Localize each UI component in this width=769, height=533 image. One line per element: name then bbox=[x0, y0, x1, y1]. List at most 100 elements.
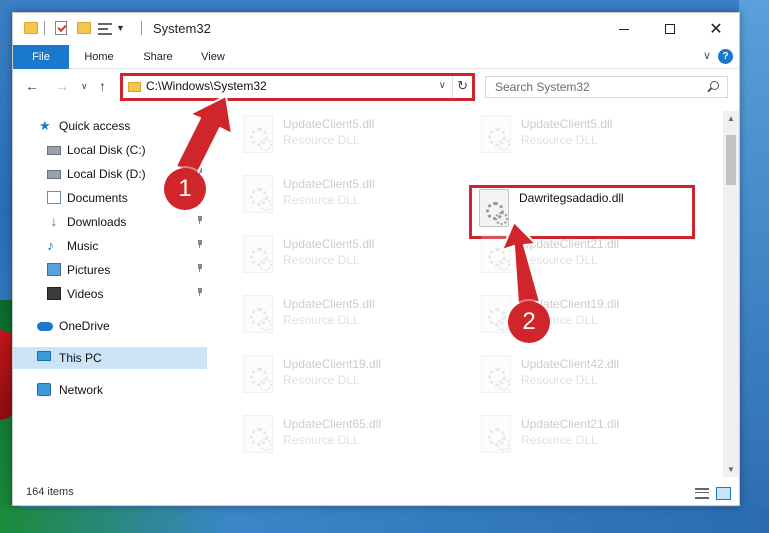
file-type: Resource DLL bbox=[521, 373, 598, 387]
search-input[interactable] bbox=[486, 77, 696, 97]
folder-icon bbox=[128, 82, 141, 92]
dll-file-icon bbox=[243, 175, 273, 213]
quick-access-dropdown-icon[interactable]: ▼ bbox=[116, 23, 125, 33]
sidebar-item-label: Local Disk (D:) bbox=[67, 167, 146, 181]
music-icon: ♪ bbox=[47, 237, 54, 253]
sidebar-item-label: Local Disk (C:) bbox=[67, 143, 146, 157]
item-count: 164 items bbox=[26, 486, 74, 498]
file-item[interactable]: UpdateClient21.dll Resource DLL bbox=[471, 231, 697, 285]
file-name: UpdateClient5.dll bbox=[521, 117, 613, 131]
file-item[interactable]: UpdateClient5.dll Resource DLL bbox=[233, 231, 459, 285]
file-item[interactable]: UpdateClient19.dll Resource DLL bbox=[471, 291, 697, 345]
sidebar-item-network[interactable]: Network bbox=[13, 379, 207, 401]
file-item[interactable]: UpdateClient42.dll Resource DLL bbox=[471, 351, 697, 405]
dll-file-icon bbox=[243, 355, 273, 393]
sidebar-item-label: Documents bbox=[67, 191, 128, 205]
file-name: UpdateClient21.dll bbox=[521, 417, 620, 431]
sidebar-item-this-pc[interactable]: This PC bbox=[13, 347, 207, 369]
disk-icon bbox=[47, 170, 61, 179]
vertical-scrollbar[interactable]: ▲ ▼ bbox=[723, 111, 739, 477]
scroll-thumb[interactable] bbox=[726, 135, 736, 185]
file-name: UpdateClient42.dll bbox=[521, 357, 620, 371]
tab-view[interactable]: View bbox=[193, 45, 233, 69]
sidebar-item-quick-access[interactable]: ★ Quick access bbox=[13, 115, 207, 137]
tab-home[interactable]: Home bbox=[75, 45, 123, 69]
pin-icon bbox=[197, 288, 203, 296]
address-bar[interactable]: C:\Windows\System32 ∨ ↻ bbox=[120, 73, 475, 101]
file-type: Resource DLL bbox=[521, 253, 598, 267]
large-icons-view-icon[interactable] bbox=[716, 487, 731, 500]
network-icon bbox=[37, 383, 51, 396]
address-separator bbox=[452, 76, 453, 98]
dll-file-icon bbox=[481, 415, 511, 453]
navigation-bar: ← → ∨ ↑ C:\Windows\System32 ∨ ↻ bbox=[13, 70, 739, 104]
step-2-badge: 2 bbox=[508, 301, 550, 343]
customize-view-icon[interactable] bbox=[98, 23, 112, 35]
sidebar-item-label: Downloads bbox=[67, 215, 127, 229]
tab-share[interactable]: Share bbox=[135, 45, 181, 69]
folder-icon[interactable] bbox=[24, 22, 38, 34]
toolbar-separator bbox=[44, 21, 45, 35]
pin-icon bbox=[197, 240, 203, 248]
dll-file-icon bbox=[243, 415, 273, 453]
minimize-icon bbox=[619, 28, 629, 30]
sidebar-item-music[interactable]: ♪ Music bbox=[13, 235, 207, 257]
sidebar-item-local-disk-c[interactable]: Local Disk (C:) bbox=[13, 139, 207, 161]
maximize-icon bbox=[665, 24, 675, 34]
desktop-background-bottom bbox=[0, 507, 769, 533]
file-item[interactable]: UpdateClient5.dll Resource DLL bbox=[233, 291, 459, 345]
maximize-button[interactable] bbox=[647, 13, 693, 45]
file-item[interactable]: UpdateClient65.dll Resource DLL bbox=[233, 411, 459, 465]
status-bar: 164 items bbox=[13, 483, 739, 505]
window-title: System32 bbox=[153, 21, 211, 36]
star-icon: ★ bbox=[39, 118, 51, 133]
desktop-background-blue bbox=[739, 0, 769, 533]
file-type: Resource DLL bbox=[283, 373, 360, 387]
toolbar-separator bbox=[141, 21, 142, 35]
scroll-down-icon[interactable]: ▼ bbox=[727, 465, 735, 474]
new-folder-icon[interactable] bbox=[77, 22, 91, 34]
file-type: Resource DLL bbox=[283, 193, 360, 207]
up-arrow-icon[interactable]: ↑ bbox=[99, 78, 106, 94]
dll-file-icon bbox=[243, 235, 273, 273]
recent-locations-icon[interactable]: ∨ bbox=[81, 81, 88, 92]
navigation-pane: ★ Quick access Local Disk (C:) Local Dis… bbox=[13, 111, 209, 477]
expand-ribbon-icon[interactable]: ∨ bbox=[703, 49, 711, 62]
ribbon: File Home Share View ∨ ? bbox=[13, 45, 739, 69]
pin-icon bbox=[197, 264, 203, 272]
properties-icon[interactable] bbox=[55, 21, 67, 35]
sidebar-item-pictures[interactable]: Pictures bbox=[13, 259, 207, 281]
details-view-icon[interactable] bbox=[695, 488, 709, 499]
scroll-up-icon[interactable]: ▲ bbox=[727, 114, 735, 123]
file-name: UpdateClient21.dll bbox=[521, 237, 620, 251]
search-icon[interactable] bbox=[710, 81, 719, 90]
pin-icon bbox=[197, 144, 203, 152]
file-type: Resource DLL bbox=[283, 313, 360, 327]
file-name: Dawritegsadadio.dll bbox=[519, 191, 624, 205]
file-type: Resource DLL bbox=[283, 433, 360, 447]
dll-file-icon bbox=[481, 115, 511, 153]
sidebar-item-downloads[interactable]: ↓ Downloads bbox=[13, 211, 207, 233]
sidebar-item-videos[interactable]: Videos bbox=[13, 283, 207, 305]
back-arrow-icon[interactable]: ← bbox=[25, 78, 39, 94]
help-icon[interactable]: ? bbox=[718, 49, 733, 64]
refresh-icon[interactable]: ↻ bbox=[457, 78, 468, 94]
search-box[interactable] bbox=[485, 76, 728, 98]
dll-file-icon bbox=[479, 189, 509, 227]
address-dropdown-icon[interactable]: ∨ bbox=[439, 80, 446, 91]
file-item[interactable]: UpdateClient5.dll Resource DLL bbox=[233, 171, 459, 225]
file-name: UpdateClient5.dll bbox=[283, 297, 375, 311]
minimize-button[interactable] bbox=[601, 13, 647, 45]
file-item[interactable]: UpdateClient5.dll Resource DLL bbox=[471, 111, 697, 165]
tab-file[interactable]: File bbox=[13, 45, 69, 69]
close-button[interactable]: ✕ bbox=[693, 13, 739, 45]
dll-file-icon bbox=[481, 355, 511, 393]
file-item[interactable]: UpdateClient21.dll Resource DLL bbox=[471, 411, 697, 465]
forward-arrow-icon[interactable]: → bbox=[55, 78, 69, 94]
sidebar-item-label: Quick access bbox=[59, 119, 131, 133]
dll-file-icon bbox=[243, 295, 273, 333]
file-item[interactable]: UpdateClient5.dll Resource DLL bbox=[233, 111, 459, 165]
file-item[interactable]: UpdateClient19.dll Resource DLL bbox=[233, 351, 459, 405]
sidebar-item-onedrive[interactable]: OneDrive bbox=[13, 315, 207, 337]
address-path[interactable]: C:\Windows\System32 bbox=[146, 79, 267, 93]
